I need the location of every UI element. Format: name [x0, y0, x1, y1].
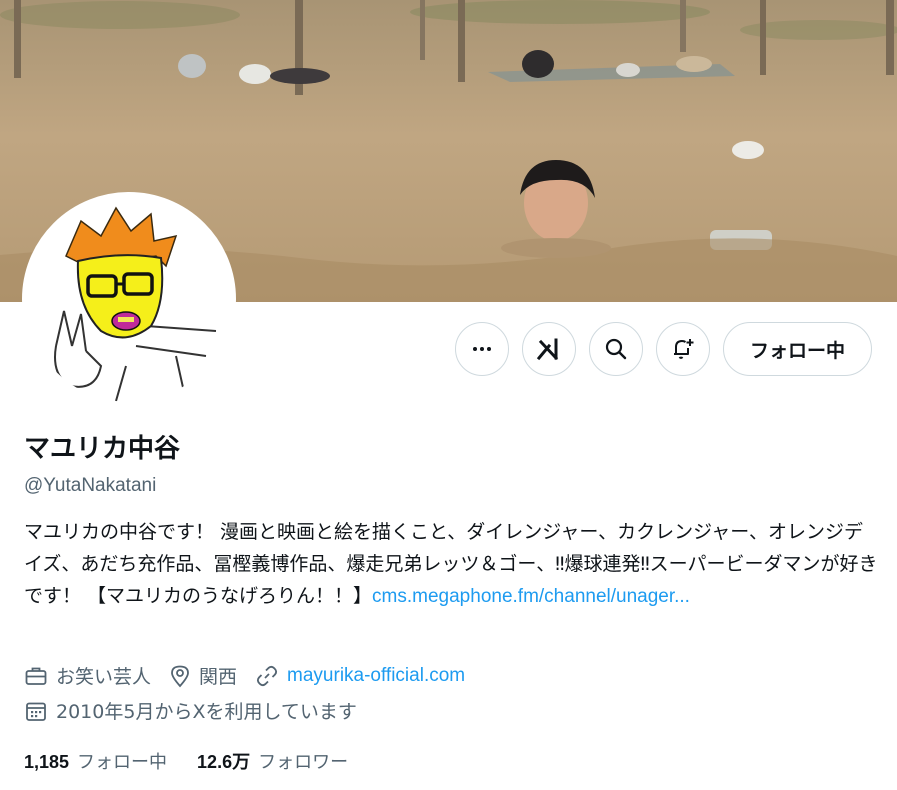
- joined-item: 2010年5月からXを利用しています: [24, 697, 357, 724]
- following-button-label: フォロー中: [749, 339, 845, 362]
- calendar-icon: [26, 702, 46, 721]
- following-count: 1,185: [24, 752, 70, 772]
- following-button[interactable]: フォロー中: [722, 322, 872, 376]
- location-pin-icon: [171, 665, 189, 687]
- profile-actions: フォロー中: [454, 322, 872, 376]
- search-button[interactable]: [588, 322, 643, 376]
- category-text: お笑い芸人: [56, 666, 152, 688]
- location-item: 関西: [169, 662, 237, 689]
- profile-avatar[interactable]: [22, 192, 236, 406]
- search-icon: [605, 338, 627, 360]
- following-stat[interactable]: 1,185 フォロー中: [24, 748, 167, 774]
- bio-link[interactable]: cms.megaphone.fm/channel/unager...: [372, 586, 690, 607]
- profile-bio: マユリカの中谷です！ 漫画と映画と絵を描くこと、ダイレンジャー、カクレンジャー、…: [24, 516, 879, 613]
- more-icon: [472, 347, 491, 351]
- grok-button[interactable]: [521, 322, 576, 376]
- category-item: お笑い芸人: [24, 662, 151, 689]
- followers-label: フォロワー: [258, 752, 349, 773]
- website-link[interactable]: mayurika-official.com: [287, 665, 465, 687]
- website-item[interactable]: mayurika-official.com: [255, 664, 465, 688]
- bell-plus-icon: [673, 339, 694, 359]
- more-button[interactable]: [454, 322, 509, 376]
- follow-stats: 1,185 フォロー中 12.6万 フォロワー: [24, 748, 378, 774]
- briefcase-icon: [25, 667, 47, 685]
- joined-text: 2010年5月からXを利用しています: [56, 701, 357, 723]
- profile-joined: 2010年5月からXを利用しています: [24, 697, 375, 724]
- followers-count: 12.6万: [197, 752, 251, 772]
- avatar-image: [26, 196, 232, 402]
- following-label: フォロー中: [77, 752, 168, 773]
- location-text: 関西: [199, 666, 238, 688]
- display-name: マユリカ中谷: [24, 434, 181, 464]
- user-handle: @YutaNakatani: [24, 475, 157, 496]
- notifications-button[interactable]: [655, 322, 710, 376]
- profile-meta: お笑い芸人 関西 mayurika-official.com: [24, 662, 483, 689]
- grok-icon: [536, 338, 559, 361]
- link-icon: [257, 665, 278, 686]
- followers-stat[interactable]: 12.6万 フォロワー: [197, 748, 348, 774]
